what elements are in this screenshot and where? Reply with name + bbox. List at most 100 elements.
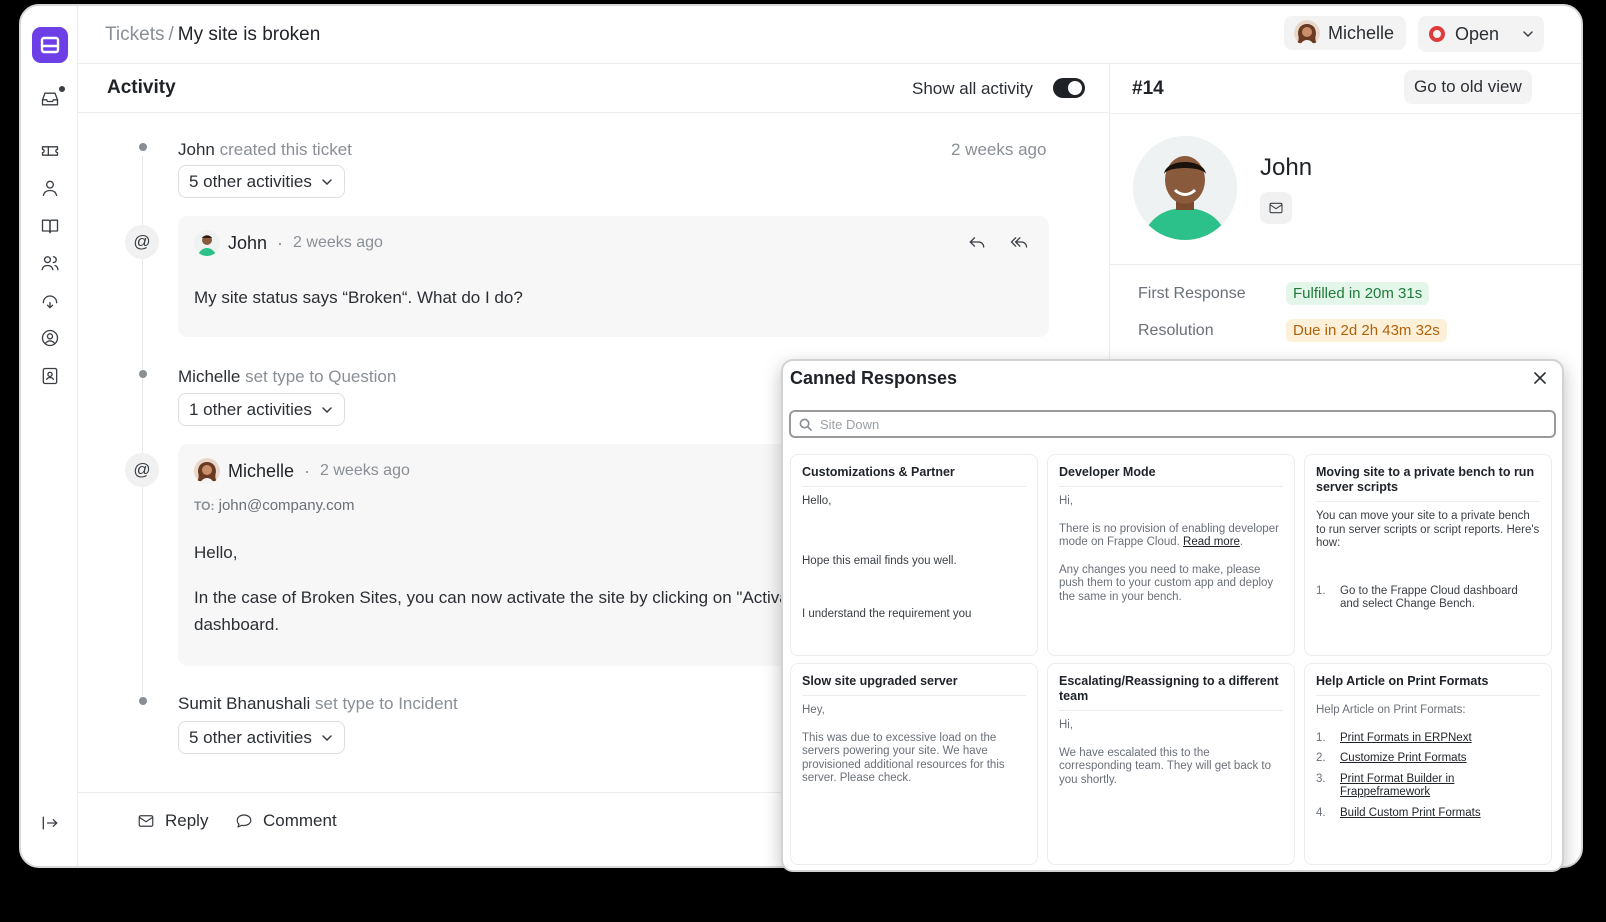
canned-response-card[interactable]: Help Article on Print Formats Help Artic… — [1304, 663, 1552, 865]
other-activities-button[interactable]: 1 other activities — [178, 393, 345, 426]
article-link[interactable]: Print Format Builder in Frappeframework — [1340, 773, 1540, 800]
card-text: Hey, — [802, 704, 825, 716]
canned-response-card[interactable]: Developer Mode Hi, There is no provision… — [1047, 454, 1295, 656]
status-dropdown[interactable]: Open — [1418, 16, 1544, 52]
card-preview: Hey, This was due to excessive load on t… — [802, 704, 1026, 786]
go-to-old-view-button[interactable]: Go to old view — [1404, 70, 1532, 104]
first-response-badge: Fulfilled in 20m 31s — [1286, 282, 1430, 305]
contact-avatar — [1133, 136, 1237, 240]
chevron-down-icon — [322, 734, 332, 741]
contact-name: John — [1260, 154, 1313, 181]
event-action: set type to Incident — [315, 694, 458, 713]
other-activities-label: 5 other activities — [189, 727, 312, 747]
top-header: Tickets / My site is broken Michelle Open — [78, 6, 1581, 64]
article-link[interactable]: Print Formats in ERPNext — [1340, 732, 1472, 746]
card-title: Customizations & Partner — [802, 465, 1026, 487]
show-all-activity-toggle[interactable] — [1053, 78, 1085, 98]
card-text: Hi, — [1059, 495, 1074, 507]
book-icon[interactable] — [39, 215, 61, 237]
article-link[interactable]: Build Custom Print Formats — [1340, 807, 1481, 821]
email-author: Michelle — [228, 460, 295, 481]
close-icon[interactable] — [1533, 371, 1547, 385]
canned-search-input[interactable] — [820, 416, 1520, 432]
michelle-avatar — [1294, 20, 1320, 46]
reply-all-icon[interactable] — [1009, 232, 1029, 252]
breadcrumb-parent[interactable]: Tickets — [105, 24, 164, 45]
activity-event: Michelle set type to Question — [178, 367, 396, 387]
user-icon[interactable] — [39, 177, 61, 199]
contact-card-icon[interactable] — [39, 365, 61, 387]
to-label: TO: — [194, 499, 215, 513]
search-icon — [799, 418, 812, 431]
contact-card: John — [1110, 113, 1581, 265]
canned-response-card[interactable]: Moving site to a private bench to run se… — [1304, 454, 1552, 656]
chevron-down-icon — [322, 406, 332, 413]
reply-icon[interactable] — [967, 232, 987, 252]
event-time: 2 weeks ago — [951, 140, 1047, 159]
to-address: john@company.com — [218, 497, 355, 514]
card-text: Any changes you need to make, please pus… — [1059, 563, 1274, 603]
canned-response-card[interactable]: Escalating/Reassigning to a different te… — [1047, 663, 1295, 865]
card-title: Developer Mode — [1059, 465, 1283, 487]
reply-button[interactable]: Reply — [137, 811, 208, 831]
read-more-link[interactable]: Read more — [1183, 536, 1240, 548]
canned-search-box — [789, 410, 1556, 438]
email-header: Michelle · 2 weeks ago — [194, 458, 410, 484]
activity-event: John created this ticket — [178, 140, 352, 160]
article-link[interactable]: Customize Print Formats — [1340, 752, 1467, 766]
users-icon[interactable] — [39, 252, 61, 274]
other-activities-label: 1 other activities — [189, 399, 312, 419]
ticket-icon[interactable] — [39, 140, 61, 162]
assignee-button[interactable]: Michelle — [1284, 16, 1407, 50]
chevron-down-icon — [1523, 31, 1533, 37]
contact-email-button[interactable] — [1260, 192, 1292, 224]
card-preview: Hi, We have escalated this to the corres… — [1059, 719, 1283, 787]
email-header: John · 2 weeks ago — [194, 230, 383, 256]
show-all-activity-label: Show all activity — [912, 79, 1033, 98]
reply-label: Reply — [165, 811, 209, 830]
email-recipient: TO: john@company.com — [194, 492, 354, 520]
card-preview: You can move your site to a private benc… — [1316, 510, 1540, 612]
breadcrumb: Tickets / My site is broken — [105, 24, 320, 46]
other-activities-button[interactable]: 5 other activities — [178, 721, 345, 754]
card-preview: Hello, Hope this email finds you well. I… — [802, 495, 1026, 622]
canned-responses-modal: Canned Responses Customizations & Partne… — [781, 359, 1564, 872]
card-text: We have escalated this to the correspond… — [1059, 746, 1272, 786]
event-action: set type to Question — [245, 367, 397, 386]
sidebar-rail — [21, 6, 78, 866]
email-actions — [967, 232, 1029, 252]
chevron-down-icon — [322, 178, 332, 185]
email-event-icon: @ — [125, 453, 159, 487]
collapse-sidebar-icon[interactable] — [39, 812, 61, 834]
first-response-label: First Response — [1138, 285, 1246, 302]
comment-button[interactable]: Comment — [235, 811, 337, 831]
helpdesk-logo-icon[interactable] — [32, 27, 68, 63]
other-activities-button[interactable]: 5 other activities — [178, 165, 345, 198]
activity-title: Activity — [107, 77, 176, 98]
separator-dot: · — [304, 460, 311, 481]
activity-header: Activity Show all activity — [78, 64, 1109, 113]
headset-icon[interactable] — [39, 290, 61, 312]
links-list: 1. Print Formats in ERPNext 2. Customize P… — [1316, 732, 1540, 821]
comment-label: Comment — [263, 811, 337, 830]
card-title: Escalating/Reassigning to a different te… — [1059, 674, 1283, 711]
user-circle-icon[interactable] — [39, 327, 61, 349]
assignee-name: Michelle — [1328, 22, 1395, 43]
event-actor: John — [178, 140, 215, 159]
canned-response-card[interactable]: Customizations & Partner Hello, Hope thi… — [790, 454, 1038, 656]
card-text: Hi, — [1059, 719, 1074, 731]
mail-icon — [138, 815, 154, 827]
card-text: You can move your site to a private benc… — [1316, 510, 1540, 549]
card-preview: Help Article on Print Formats: 1. Print F… — [1316, 704, 1540, 820]
card-title: Moving site to a private bench to run se… — [1316, 465, 1540, 502]
canned-response-card[interactable]: Slow site upgraded server Hey, This was … — [790, 663, 1038, 865]
mail-icon — [1269, 202, 1283, 214]
comment-icon — [236, 814, 252, 828]
email-time: 2 weeks ago — [320, 462, 410, 479]
email-body: My site status says “Broken“. What do I … — [194, 288, 523, 307]
email-author: John — [228, 232, 268, 253]
resolution-label: Resolution — [1138, 322, 1214, 339]
card-title: Help Article on Print Formats — [1316, 674, 1540, 696]
inbox-icon[interactable] — [39, 86, 65, 110]
event-action: created this ticket — [219, 140, 352, 159]
